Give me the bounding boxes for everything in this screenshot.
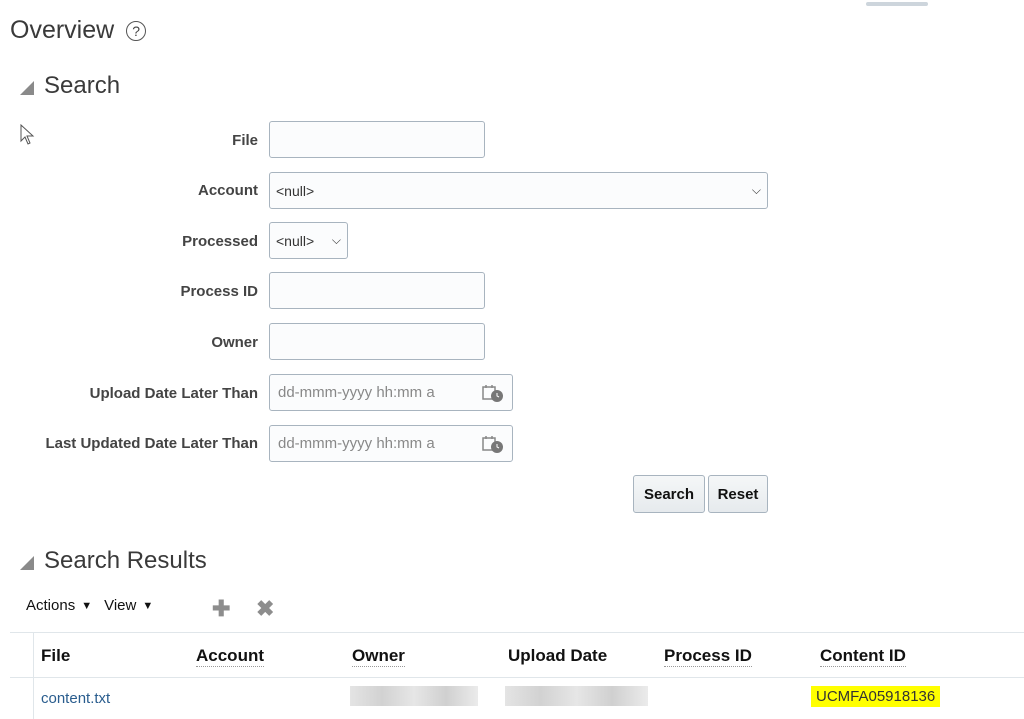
processed-label: Processed	[182, 233, 258, 250]
table-header-divider	[10, 677, 1024, 678]
calendar-clock-icon[interactable]	[482, 383, 504, 403]
reset-button[interactable]: Reset	[708, 475, 768, 513]
view-menu[interactable]: View	[104, 597, 136, 614]
upload-date-label: Upload Date Later Than	[89, 385, 258, 402]
search-button[interactable]: Search	[633, 475, 705, 513]
column-header-upload-date[interactable]: Upload Date	[508, 646, 607, 666]
last-updated-input[interactable]: dd-mmm-yyyy hh:mm a	[269, 425, 513, 462]
file-input[interactable]	[269, 121, 485, 158]
dropdown-arrow-icon[interactable]: ▼	[142, 600, 153, 612]
results-section-header[interactable]: Search Results	[20, 547, 207, 575]
owner-label: Owner	[211, 334, 258, 351]
column-header-process-id[interactable]: Process ID	[664, 646, 752, 667]
mouse-cursor-icon	[20, 124, 35, 145]
chevron-down-icon: ⌵	[331, 233, 341, 247]
help-icon[interactable]: ?	[126, 20, 147, 41]
dropdown-arrow-icon[interactable]: ▼	[81, 600, 92, 612]
content-id-cell: UCMFA05918136	[811, 686, 941, 707]
column-header-content-id[interactable]: Content ID	[820, 646, 906, 667]
plus-icon[interactable]: ✚	[212, 596, 230, 622]
process-id-input[interactable]	[269, 272, 485, 309]
processed-select[interactable]: <null> ⌵	[269, 222, 348, 259]
scroll-indicator	[866, 2, 928, 6]
x-icon[interactable]: ✖	[256, 596, 274, 622]
calendar-clock-icon[interactable]	[482, 434, 504, 454]
process-id-label: Process ID	[180, 283, 258, 300]
page-title: Overview ?	[10, 16, 147, 45]
chevron-down-icon: ⌵	[751, 183, 761, 197]
results-toolbar: Actions ▼ View ▼	[26, 597, 165, 614]
column-header-file[interactable]: File	[41, 646, 70, 666]
collapse-triangle-icon[interactable]	[20, 81, 34, 95]
owner-cell-redacted	[350, 686, 478, 706]
upload-date-cell-redacted	[505, 686, 648, 706]
upload-date-input[interactable]: dd-mmm-yyyy hh:mm a	[269, 374, 513, 411]
actions-menu[interactable]: Actions	[26, 597, 75, 614]
column-header-owner[interactable]: Owner	[352, 646, 405, 667]
collapse-triangle-icon[interactable]	[20, 556, 34, 570]
table-left-divider	[33, 632, 34, 719]
account-label: Account	[198, 182, 258, 199]
search-section-header[interactable]: Search	[20, 72, 120, 100]
last-updated-label: Last Updated Date Later Than	[45, 435, 258, 452]
column-header-account[interactable]: Account	[196, 646, 264, 667]
file-label: File	[232, 132, 258, 149]
account-select[interactable]: <null> ⌵	[269, 172, 768, 209]
file-link[interactable]: content.txt	[41, 690, 110, 707]
owner-input[interactable]	[269, 323, 485, 360]
table-top-divider	[10, 632, 1024, 633]
